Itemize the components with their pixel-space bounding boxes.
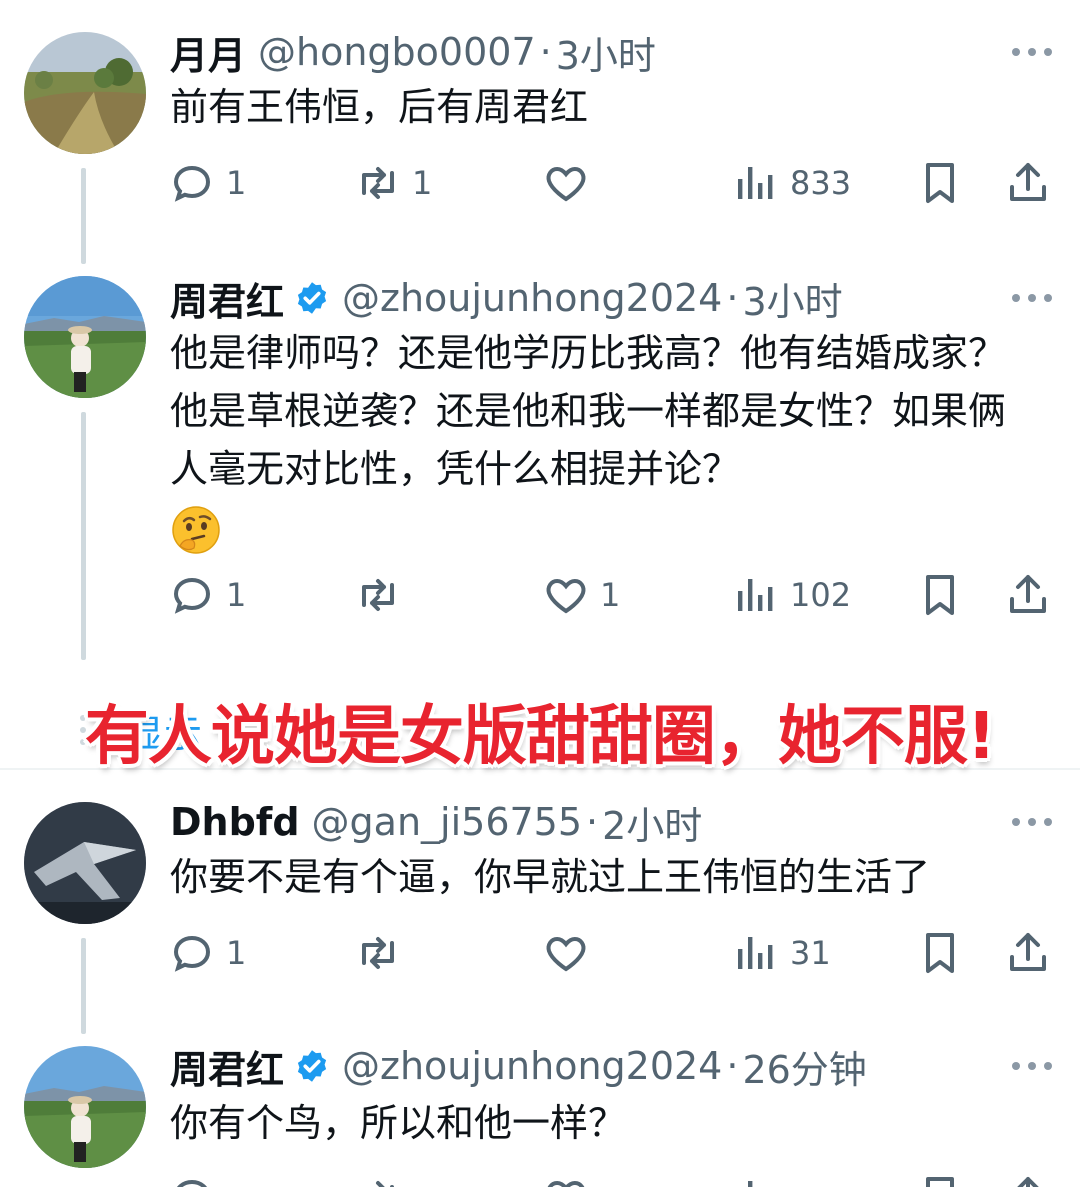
more-icon[interactable] <box>1012 814 1052 830</box>
bookmark-button[interactable] <box>916 570 964 620</box>
bookmark-icon <box>926 575 954 615</box>
reply-icon <box>173 165 211 202</box>
share-button[interactable] <box>1004 158 1052 208</box>
retweet-button[interactable] <box>354 928 412 978</box>
tweet-header: 周君红 @zhoujunhong2024 · 3小时 <box>170 268 843 328</box>
caption-text: 有人说她是女版甜甜圈，她不服! <box>84 700 996 774</box>
views-icon <box>738 167 773 199</box>
like-button[interactable] <box>542 158 600 208</box>
retweet-button[interactable] <box>354 1172 402 1187</box>
like-icon <box>546 578 586 614</box>
reply-button[interactable]: 1 <box>168 570 246 620</box>
tweet-actions: 1 31 <box>0 928 1080 978</box>
share-button[interactable] <box>1004 570 1052 620</box>
share-button[interactable] <box>1004 928 1052 978</box>
bookmark-icon <box>926 1177 954 1187</box>
like-button[interactable]: 1 <box>542 570 620 620</box>
like-button[interactable] <box>542 1172 590 1187</box>
user-handle[interactable]: @zhoujunhong2024 <box>342 1044 722 1088</box>
views-button[interactable]: 31 <box>732 928 831 978</box>
reply-count: 1 <box>226 576 247 614</box>
verified-badge-icon <box>294 280 330 316</box>
avatar-jet[interactable] <box>24 802 146 924</box>
like-icon <box>547 1180 585 1187</box>
user-handle[interactable]: @zhoujunhong2024 <box>342 276 722 320</box>
retweet-button[interactable] <box>354 570 412 620</box>
separator-dot: · <box>539 30 552 74</box>
tweet-header: Dhbfd @gan_ji56755 · 2小时 <box>170 792 702 852</box>
tweet-text: 你有个鸟，所以和他一样？ <box>170 1101 627 1145</box>
more-icon[interactable] <box>1012 290 1052 306</box>
like-count: 1 <box>600 576 621 614</box>
tweet-actions: 1 1 833 <box>0 158 1080 208</box>
timestamp[interactable]: 3小时 <box>556 25 656 80</box>
bookmark-button[interactable] <box>916 928 964 978</box>
tweet-text-body: 他是律师吗？还是他学历比我高？他有结婚成家？他是草根逆袭？还是他和我一样都是女性… <box>170 331 1007 491</box>
views-icon <box>738 579 773 611</box>
user-handle[interactable]: @hongbo0007 <box>258 30 536 74</box>
display-name[interactable]: 周君红 <box>170 271 284 326</box>
tweet-text: 你要不是有个逼，你早就过上王伟恒的生活了 <box>170 855 931 899</box>
thread-line <box>81 412 86 660</box>
thinking-face-icon <box>170 504 222 556</box>
avatar-landscape[interactable] <box>24 32 146 154</box>
views-button[interactable]: 833 <box>732 158 851 208</box>
views-icon <box>748 1181 753 1187</box>
retweet-button[interactable]: 1 <box>354 158 432 208</box>
separator-dot: · <box>726 276 739 320</box>
bookmark-button[interactable] <box>916 158 964 208</box>
tweet-actions: 1 1 102 <box>0 570 1080 620</box>
separator-dot: · <box>726 1044 739 1088</box>
reply-icon <box>177 1179 207 1187</box>
bookmark-icon <box>926 933 954 973</box>
share-button[interactable] <box>1004 1172 1052 1187</box>
reply-icon <box>173 935 211 972</box>
reply-count: 1 <box>226 934 247 972</box>
share-icon <box>1010 575 1046 613</box>
retweet-icon <box>362 167 394 199</box>
avatar-field-photo[interactable] <box>24 1046 146 1168</box>
share-icon <box>1010 163 1046 201</box>
like-icon <box>546 936 586 972</box>
views-button[interactable]: 102 <box>732 570 851 620</box>
reply-button[interactable] <box>168 1172 216 1187</box>
tweet-text: 前有王伟恒，后有周君红 <box>170 85 589 129</box>
timestamp[interactable]: 3小时 <box>742 271 842 326</box>
user-handle[interactable]: @gan_ji56755 <box>312 800 583 844</box>
views-count: 833 <box>790 164 852 202</box>
more-icon[interactable] <box>1012 44 1052 60</box>
reply-button[interactable]: 1 <box>168 928 246 978</box>
reply-icon <box>173 577 211 614</box>
retweet-icon <box>364 1181 394 1187</box>
retweet-icon <box>362 579 394 611</box>
tweet-text: 他是律师吗？还是他学历比我高？他有结婚成家？他是草根逆袭？还是他和我一样都是女性… <box>170 324 1010 556</box>
bookmark-button[interactable] <box>916 1172 964 1187</box>
views-count: 102 <box>790 576 852 614</box>
reply-button[interactable]: 1 <box>168 158 246 208</box>
caption-overlay: 有人说她是女版甜甜圈，她不服! <box>0 686 1080 776</box>
separator-dot: · <box>586 800 599 844</box>
display-name[interactable]: Dhbfd <box>170 800 300 844</box>
tweet-actions-partial <box>0 1172 1080 1187</box>
display-name[interactable]: 月月 <box>170 25 246 80</box>
verified-badge-icon <box>294 1048 330 1084</box>
like-button[interactable] <box>542 928 600 978</box>
avatar-field-photo[interactable] <box>24 276 146 398</box>
tweet-header: 周君红 @zhoujunhong2024 · 26分钟 <box>170 1036 867 1096</box>
share-icon <box>1017 1177 1039 1187</box>
bookmark-icon <box>926 163 954 203</box>
more-icon[interactable] <box>1012 1058 1052 1074</box>
reply-count: 1 <box>226 164 247 202</box>
like-icon <box>546 166 586 202</box>
views-button[interactable] <box>732 1172 780 1187</box>
display-name[interactable]: 周君红 <box>170 1039 284 1094</box>
retweet-count: 1 <box>412 164 433 202</box>
timestamp[interactable]: 26分钟 <box>742 1039 866 1094</box>
views-count: 31 <box>790 934 831 972</box>
share-icon <box>1010 933 1046 971</box>
views-icon <box>738 937 773 969</box>
retweet-icon <box>362 937 394 969</box>
tweet-header: 月月 @hongbo0007 · 3小时 <box>170 22 656 82</box>
timestamp[interactable]: 2小时 <box>602 795 702 850</box>
